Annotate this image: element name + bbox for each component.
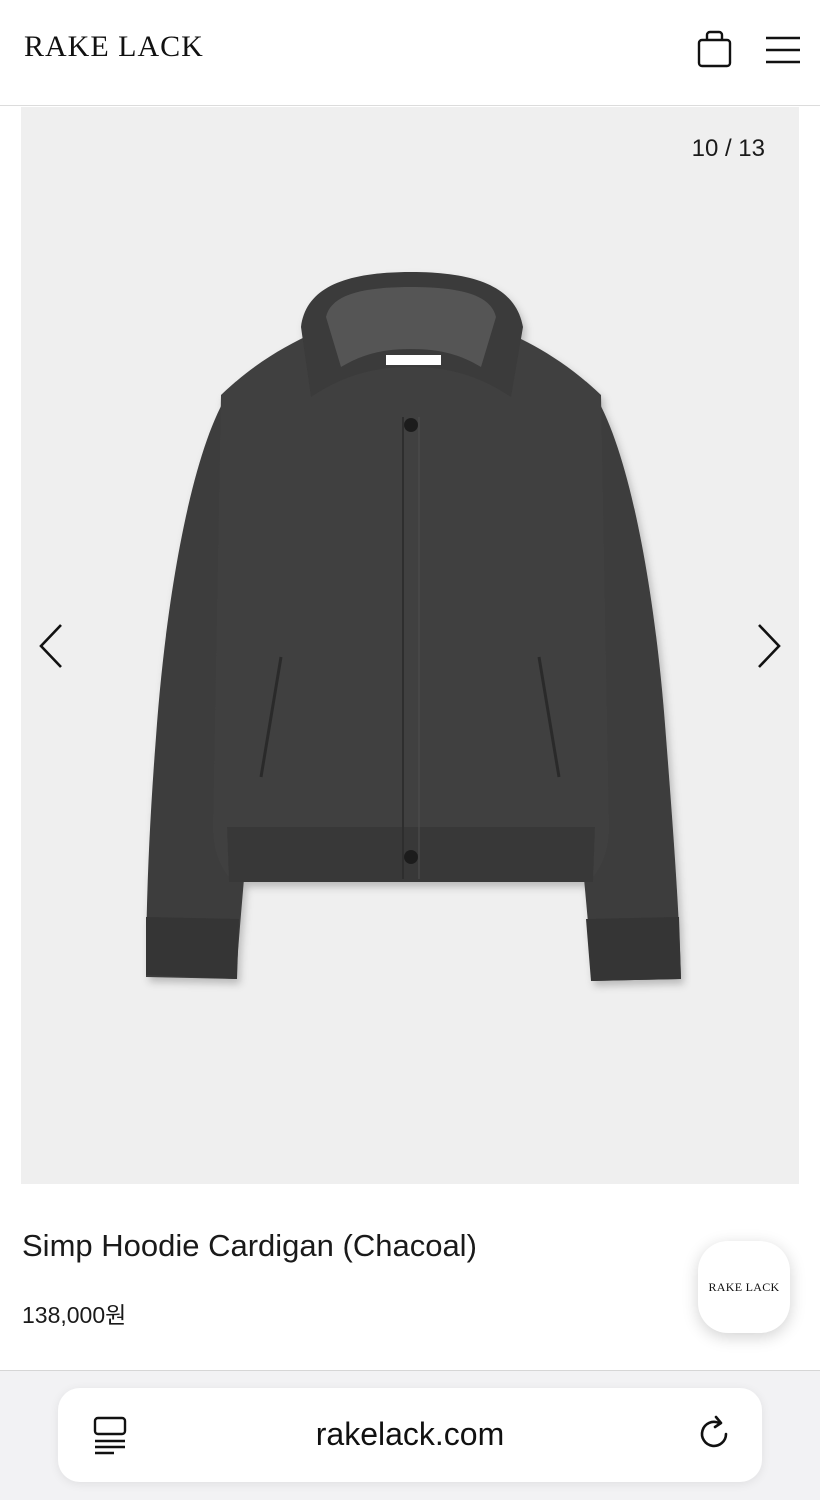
image-counter: 10 / 13 xyxy=(691,135,765,162)
address-bar[interactable]: rakelack.com xyxy=(58,1388,762,1482)
chevron-left-icon xyxy=(39,624,62,668)
cart-button[interactable] xyxy=(694,28,736,72)
product-price: 138,000원 xyxy=(22,1302,127,1328)
shopping-bag-icon xyxy=(697,30,732,68)
next-image-button[interactable] xyxy=(747,621,787,671)
menu-button[interactable] xyxy=(760,30,804,70)
reload-button[interactable] xyxy=(694,1414,734,1454)
product-image xyxy=(146,272,681,981)
brand-logo[interactable]: RAKE LACK xyxy=(24,30,204,64)
browser-toolbar: rakelack.com xyxy=(0,1370,820,1500)
site-header: RAKE LACK xyxy=(0,0,820,106)
url-text[interactable]: rakelack.com xyxy=(58,1416,762,1453)
product-image-gallery[interactable]: 10 / 13 xyxy=(21,107,799,1184)
hamburger-menu-icon xyxy=(766,36,800,64)
reload-icon xyxy=(700,1415,728,1448)
floating-brand-button[interactable]: RAKE LACK xyxy=(698,1241,790,1333)
product-title: Simp Hoodie Cardigan (Chacoal) xyxy=(22,1228,477,1263)
previous-image-button[interactable] xyxy=(33,621,73,671)
chevron-right-icon xyxy=(758,624,781,668)
